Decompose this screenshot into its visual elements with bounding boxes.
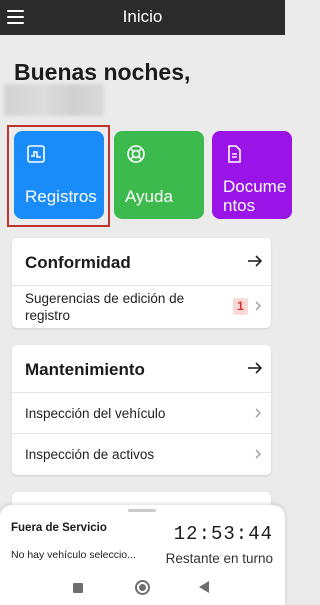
- mantenimiento-header[interactable]: Mantenimiento: [12, 345, 271, 392]
- redacted-user-name: [4, 84, 104, 116]
- vehicle-selection-label: No hay vehículo seleccio...: [11, 549, 136, 561]
- count-badge: 1: [233, 298, 248, 315]
- logbook-chart-icon: [27, 145, 45, 163]
- conformidad-title: Conformidad: [25, 253, 131, 272]
- ayuda-tile[interactable]: Ayuda: [114, 131, 204, 219]
- documentos-tile-label: Docume ntos: [223, 177, 287, 215]
- asset-inspection-label: Inspección de activos: [25, 447, 155, 462]
- duty-status-label: Fuera de Servicio: [11, 522, 107, 534]
- quick-action-tiles: Registros Ayuda Docume ntos: [0, 125, 292, 225]
- edit-suggestions-row[interactable]: Sugerencias de edición de registro 1: [12, 285, 271, 328]
- conformidad-header[interactable]: Conformidad: [12, 238, 271, 285]
- recents-square-icon[interactable]: [73, 583, 83, 593]
- lifebuoy-icon: [127, 145, 145, 163]
- conformidad-card: Conformidad Sugerencias de edición de re…: [12, 238, 271, 328]
- asset-inspection-row[interactable]: Inspección de activos: [12, 433, 271, 474]
- documentos-tile[interactable]: Docume ntos: [212, 131, 292, 219]
- home-circle-icon[interactable]: [135, 580, 150, 595]
- mantenimiento-title: Mantenimiento: [25, 360, 145, 379]
- sheet-drag-handle[interactable]: [128, 509, 156, 512]
- registros-tile[interactable]: Registros: [14, 131, 104, 219]
- arrow-right-icon[interactable]: [247, 254, 263, 268]
- registros-tile-label: Registros: [25, 187, 97, 206]
- vehicle-inspection-row[interactable]: Inspección del vehículo: [12, 392, 271, 433]
- chevron-right-icon: [255, 408, 261, 418]
- app-bar: Inicio: [0, 0, 285, 35]
- chevron-right-icon: [255, 449, 261, 459]
- vehicle-inspection-label: Inspección del vehículo: [25, 406, 166, 421]
- back-triangle-icon[interactable]: [199, 581, 209, 593]
- timer-caption: Restante en turno: [165, 551, 273, 566]
- chevron-right-icon: [255, 301, 261, 311]
- mantenimiento-card: Mantenimiento Inspección del vehículo In…: [12, 345, 271, 475]
- system-navigation-bar: [0, 570, 285, 605]
- page-title: Inicio: [122, 7, 163, 26]
- shift-timer: 12:53:44: [173, 523, 273, 545]
- ayuda-tile-label: Ayuda: [125, 187, 173, 206]
- edit-suggestions-label: Sugerencias de edición de registro: [25, 291, 185, 323]
- document-icon: [228, 145, 241, 163]
- greeting-text: Buenas noches,: [14, 59, 191, 85]
- arrow-right-icon[interactable]: [247, 361, 263, 375]
